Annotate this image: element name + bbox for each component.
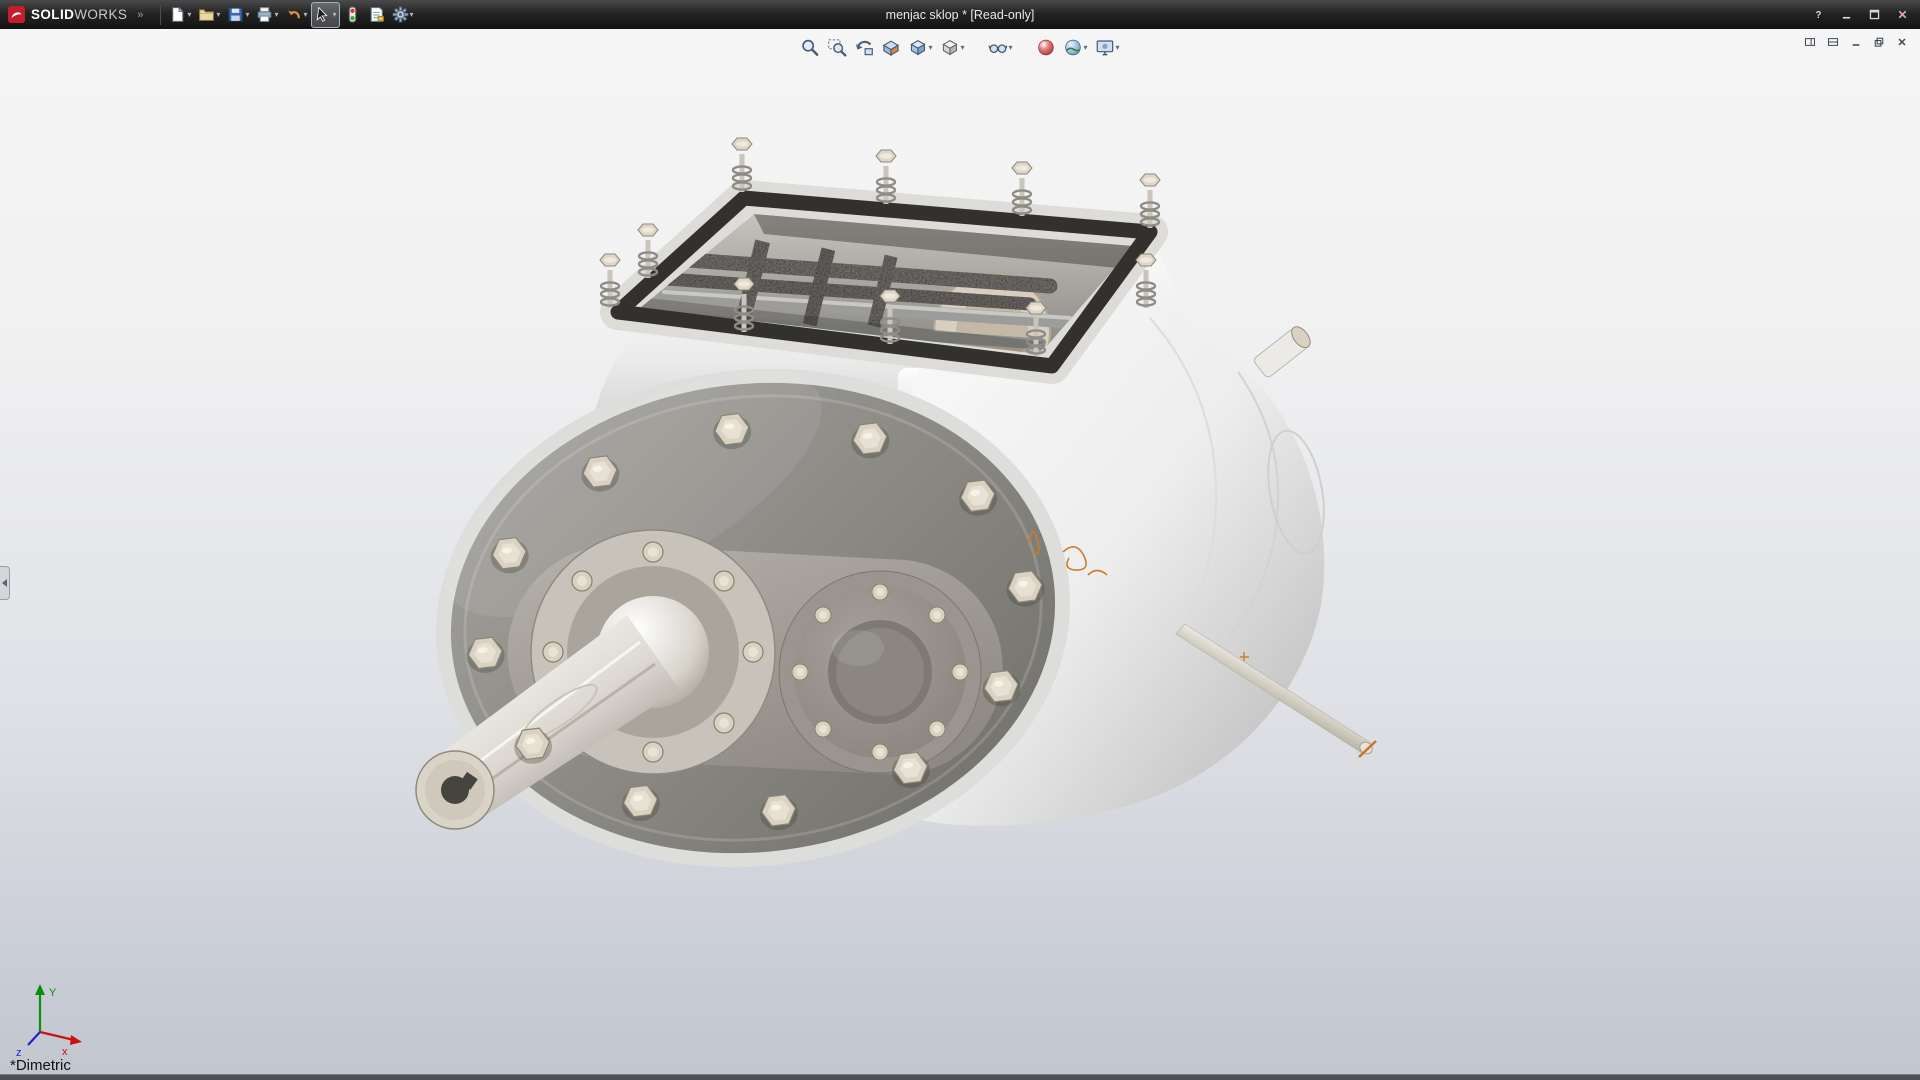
view-orientation-dropdown-arrow[interactable]: ▾ xyxy=(928,43,932,52)
rebuild-button[interactable] xyxy=(341,2,364,28)
previous-view-button[interactable] xyxy=(851,33,876,61)
select-dropdown-arrow[interactable]: ▾ xyxy=(332,10,336,19)
winmin-icon xyxy=(1840,8,1853,21)
zoom-to-fit-button[interactable] xyxy=(797,33,822,61)
document-title: menjac sklop * [Read-only] xyxy=(886,8,1035,22)
feature-tree-flyout-tab[interactable] xyxy=(0,566,10,600)
apply-scene-dropdown-arrow[interactable]: ▾ xyxy=(1084,43,1088,52)
undo-dropdown-arrow[interactable]: ▾ xyxy=(303,10,307,19)
select-button[interactable]: ▾ xyxy=(311,2,339,28)
glasses-icon xyxy=(988,38,1007,57)
winclose-icon xyxy=(1896,8,1909,21)
print-dropdown-arrow[interactable]: ▾ xyxy=(274,10,278,19)
hide-show-items-button[interactable]: ▾ xyxy=(985,33,1015,61)
view-settings-button[interactable]: ▾ xyxy=(1093,33,1123,61)
headsup-view-toolbar: ▾ ▾ ▾ ▾ ▾ xyxy=(797,33,1122,61)
props-icon xyxy=(368,6,385,23)
doc-minimize-button[interactable] xyxy=(1846,33,1866,50)
pane2-icon xyxy=(1827,36,1839,48)
side-cover[interactable] xyxy=(779,571,981,773)
app-logo[interactable]: SOLIDWORKS » xyxy=(0,6,155,23)
cube-icon xyxy=(908,38,927,57)
winmin-icon xyxy=(1850,36,1862,48)
brand-light-text: WORKS xyxy=(74,7,127,22)
viewset-icon xyxy=(1096,38,1115,57)
winclose-icon xyxy=(1896,36,1908,48)
options-dropdown-arrow[interactable]: ▾ xyxy=(410,10,414,19)
doc-restore-button[interactable] xyxy=(1869,33,1889,50)
triad-y-label: Y xyxy=(49,987,57,999)
toolbar-separator xyxy=(160,5,161,25)
open-button[interactable]: ▾ xyxy=(195,2,223,28)
undo-button[interactable]: ▾ xyxy=(282,2,310,28)
ball-icon xyxy=(1037,38,1056,57)
taskbar-edge xyxy=(0,1074,1920,1080)
window-controls xyxy=(1804,0,1916,29)
pane-icon xyxy=(1804,36,1816,48)
folder-icon xyxy=(198,6,215,23)
printer-icon xyxy=(256,6,273,23)
new-document-dropdown-arrow[interactable]: ▾ xyxy=(187,10,191,19)
menu-expand-button[interactable]: » xyxy=(133,9,147,21)
app-name: SOLIDWORKS xyxy=(31,7,127,22)
dassault-logo-icon xyxy=(8,6,25,23)
prevview-icon xyxy=(854,38,873,57)
graphics-area[interactable]: Y x z xyxy=(0,29,1920,1080)
view-settings-dropdown-arrow[interactable]: ▾ xyxy=(1116,43,1120,52)
dispstyle-icon xyxy=(940,38,959,57)
view-orientation-button[interactable]: ▾ xyxy=(905,33,935,61)
close-button[interactable] xyxy=(1888,5,1916,25)
brand-bold-text: SOLID xyxy=(31,7,74,22)
undo-icon xyxy=(285,6,302,23)
help-button[interactable] xyxy=(1804,5,1832,25)
flyout-arrow-icon xyxy=(2,579,7,587)
display-style-dropdown-arrow[interactable]: ▾ xyxy=(960,43,964,52)
file-properties-button[interactable] xyxy=(365,2,388,28)
options-button[interactable]: ▾ xyxy=(389,2,417,28)
titlebar-toolbar: ▾ ▾ ▾ ▾ ▾ ▾ ▾ xyxy=(166,2,416,28)
zoomarea-icon xyxy=(827,38,846,57)
document-window-controls xyxy=(1800,33,1912,50)
display-style-button[interactable]: ▾ xyxy=(937,33,967,61)
orientation-triad: Y x z xyxy=(16,984,82,1059)
save-button[interactable]: ▾ xyxy=(224,2,252,28)
section-icon xyxy=(881,38,900,57)
display-pane-left-button[interactable] xyxy=(1800,33,1820,50)
view-orientation-label: *Dimetric xyxy=(10,1057,71,1074)
help-icon xyxy=(1812,8,1825,21)
floppy-icon xyxy=(227,6,244,23)
page-icon xyxy=(169,6,186,23)
zoomfit-icon xyxy=(800,38,819,57)
hide-show-items-dropdown-arrow[interactable]: ▾ xyxy=(1008,43,1012,52)
cursor-icon xyxy=(314,6,331,23)
apply-scene-button[interactable]: ▾ xyxy=(1061,33,1091,61)
display-pane-bottom-button[interactable] xyxy=(1823,33,1843,50)
scene-icon xyxy=(1064,38,1083,57)
breather-plug[interactable] xyxy=(1253,323,1314,378)
section-view-button[interactable] xyxy=(878,33,903,61)
rebuild-icon xyxy=(344,6,361,23)
maximize-button[interactable] xyxy=(1860,5,1888,25)
winrestore-icon xyxy=(1873,36,1885,48)
new-document-button[interactable]: ▾ xyxy=(166,2,194,28)
options-icon xyxy=(392,6,409,23)
zoom-to-area-button[interactable] xyxy=(824,33,849,61)
winmax-icon xyxy=(1868,8,1881,21)
gearbox-assembly-model[interactable] xyxy=(392,138,1376,904)
save-dropdown-arrow[interactable]: ▾ xyxy=(245,10,249,19)
doc-close-button[interactable] xyxy=(1892,33,1912,50)
minimize-button[interactable] xyxy=(1832,5,1860,25)
print-button[interactable]: ▾ xyxy=(253,2,281,28)
edit-appearance-button[interactable] xyxy=(1034,33,1059,61)
titlebar: SOLIDWORKS » ▾ ▾ ▾ ▾ ▾ ▾ ▾ menjac sklop * [Rea… xyxy=(0,0,1920,29)
solidworks-window: SOLIDWORKS » ▾ ▾ ▾ ▾ ▾ ▾ ▾ menjac sklop * [Rea… xyxy=(0,0,1920,1080)
open-dropdown-arrow[interactable]: ▾ xyxy=(216,10,220,19)
